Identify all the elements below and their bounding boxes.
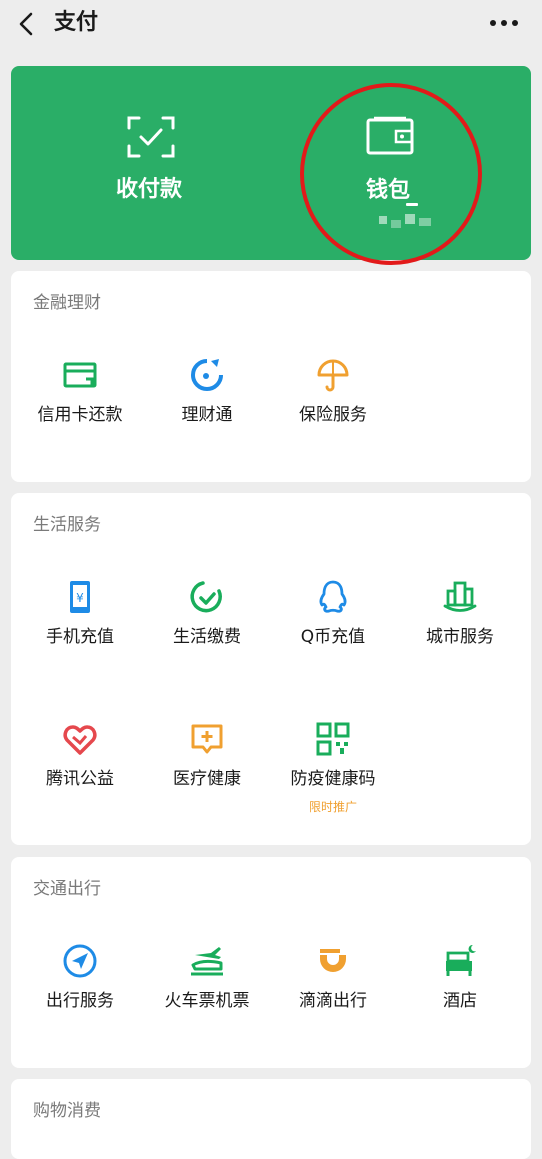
travel-services-button[interactable]: 出行服务 — [17, 943, 143, 1053]
didi-ride-button[interactable]: 滴滴出行 — [270, 943, 396, 1053]
city-services-button[interactable]: 城市服务 — [397, 579, 523, 689]
medical-health-button[interactable]: 医疗健康 — [144, 721, 270, 831]
service-label: 理财通 — [181, 405, 233, 425]
svg-text:¥: ¥ — [76, 591, 84, 605]
didi-icon — [320, 949, 346, 972]
finance-section: 金融理财 信用卡还款 理财通 保险服务 — [11, 271, 531, 482]
wallet-label: 钱包 — [366, 178, 411, 203]
payment-hero-card: 收付款 钱包 — [11, 66, 531, 260]
service-label: 保险服务 — [299, 405, 367, 425]
qcoin-topup-button[interactable]: Q币充值 — [270, 579, 396, 689]
service-label: 手机充值 — [46, 627, 114, 647]
tencent-charity-button[interactable]: 腾讯公益 — [17, 721, 143, 831]
service-label: 腾讯公益 — [46, 769, 114, 789]
health-qr-icon — [316, 722, 350, 756]
shopping-section: 购物消费 — [11, 1079, 531, 1159]
section-title-travel: 交通出行 — [33, 879, 101, 899]
chevron-left-icon — [19, 12, 33, 36]
life-services-section: 生活服务 ¥ 手机充值 生活缴费 Q币充值 城市服务 腾讯公益 医疗健康 防疫健… — [11, 493, 531, 845]
service-label: 生活缴费 — [173, 627, 241, 647]
service-label: 出行服务 — [46, 991, 114, 1011]
insurance-button[interactable]: 保险服务 — [270, 357, 396, 467]
service-label: 医疗健康 — [173, 769, 241, 789]
utility-bill-button[interactable]: 生活缴费 — [144, 579, 270, 689]
service-label: 滴滴出行 — [299, 991, 367, 1011]
section-title-life: 生活服务 — [33, 515, 101, 535]
train-plane-icon — [191, 947, 223, 976]
service-label: 信用卡还款 — [37, 405, 123, 425]
service-label: 酒店 — [443, 991, 477, 1011]
travel-section: 交通出行 出行服务 火车票机票 滴滴出行 酒店 — [11, 857, 531, 1068]
wealth-icon — [191, 359, 223, 391]
hotel-button[interactable]: 酒店 — [397, 943, 523, 1053]
phone-topup-icon: ¥ — [70, 581, 90, 613]
credit-card-repay-button[interactable]: 信用卡还款 — [17, 357, 143, 467]
qq-penguin-icon — [319, 580, 347, 613]
utility-bill-icon — [190, 581, 222, 613]
health-code-button[interactable]: 防疫健康码 限时推广 — [270, 721, 396, 831]
wallet-icon — [366, 116, 414, 155]
service-label: Q币充值 — [300, 627, 366, 647]
hotel-bed-icon — [446, 944, 476, 976]
scan-check-icon — [127, 116, 175, 158]
phone-topup-button[interactable]: ¥ 手机充值 — [17, 579, 143, 689]
wallet-underline — [406, 203, 418, 206]
credit-card-icon — [63, 362, 97, 388]
service-label: 防疫健康码 — [290, 769, 376, 789]
receive-pay-button[interactable]: 收付款 — [11, 66, 291, 260]
page-title: 支付 — [54, 10, 99, 35]
blurred-balance — [379, 212, 435, 228]
navigation-icon — [63, 944, 97, 978]
receive-pay-label: 收付款 — [116, 177, 183, 202]
section-title-shopping: 购物消费 — [33, 1101, 101, 1121]
medical-icon — [191, 724, 223, 754]
wallet-button[interactable]: 钱包 — [291, 66, 531, 260]
wealth-management-button[interactable]: 理财通 — [144, 357, 270, 467]
service-label: 火车票机票 — [164, 991, 250, 1011]
service-label: 城市服务 — [426, 627, 494, 647]
city-icon — [443, 581, 477, 612]
top-bar: 支付 — [0, 0, 542, 52]
back-button[interactable] — [12, 8, 42, 40]
promo-tag: 限时推广 — [308, 800, 357, 814]
more-dots-icon — [490, 20, 518, 26]
train-plane-tickets-button[interactable]: 火车票机票 — [144, 943, 270, 1053]
more-options-button[interactable] — [488, 10, 520, 36]
charity-heart-icon — [63, 725, 97, 755]
umbrella-icon — [317, 359, 349, 392]
section-title-finance: 金融理财 — [33, 293, 101, 313]
